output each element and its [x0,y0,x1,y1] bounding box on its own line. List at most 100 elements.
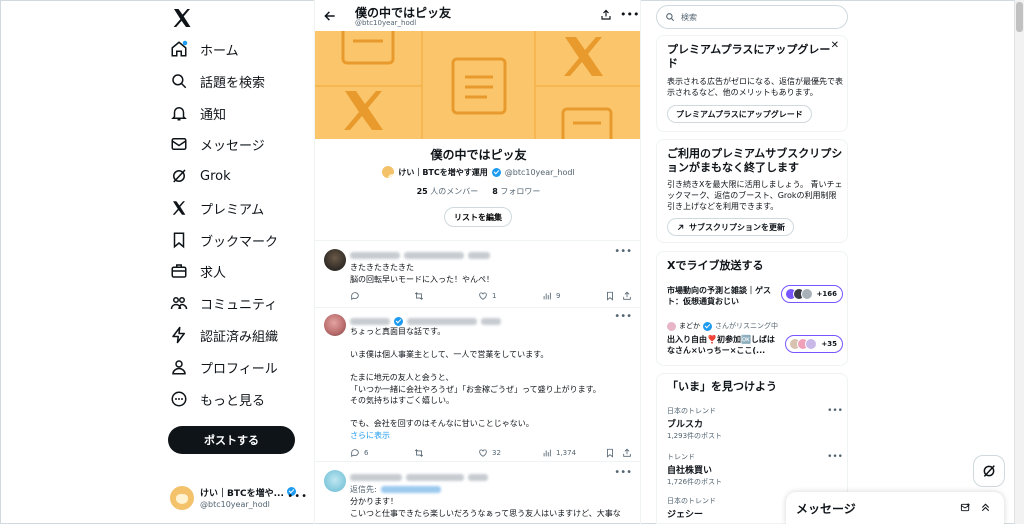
premium-upgrade-card: ✕ プレミアムプラスにアップグレード 表示される広告がゼロになる、返信が最優先で… [656,35,848,132]
live-space-item[interactable]: 市場動向の予測と雑談｜ゲスト：仮想通貨おじい +166 [667,285,843,307]
views-button[interactable]: 1,374 [542,448,576,458]
like-button[interactable]: 1 [478,291,496,301]
like-button[interactable]: 32 [478,448,501,458]
tweet[interactable]: ••• ちょっと真面目な話です。 いま僕は個人事業主として、一人で営業をしていま… [315,308,640,460]
nav-home[interactable]: ホーム [170,36,239,62]
trend-count: 1,726件のポスト [667,478,723,486]
share-icon[interactable] [600,9,612,21]
new-message-icon[interactable] [960,502,971,513]
nav-bookmarks[interactable]: ブックマーク [170,227,278,253]
home-icon [171,40,188,57]
nav-label: ホーム [200,43,239,59]
search-icon [666,13,675,22]
list-owner[interactable]: けい｜BTCを増やす運用 @btc10year_hodl [315,166,640,178]
tweet[interactable]: ••• 返信先: 分かります！ こいつと仕事できたら楽しいだろうなぁって思う友人… [315,462,640,524]
more-icon[interactable]: ••• [827,452,843,462]
more-icon[interactable]: ••• [620,8,639,21]
more-icon[interactable]: ••• [827,406,843,416]
more-icon[interactable]: ••• [614,246,632,257]
upgrade-button[interactable]: プレミアムプラスにアップグレード [667,105,812,123]
avatar[interactable] [324,314,346,336]
left-sidebar: ホーム 話題を検索 通知 メッセージ Grok プレミアム ブックマーク 求人 … [160,0,310,524]
account-switcher[interactable]: けい｜BTCを増や... @btc10year_hodl ••• [170,483,312,513]
trend-name: 自社株買い [667,466,713,476]
nav-messages[interactable]: メッセージ [170,131,265,157]
nav-notifications[interactable]: 通知 [170,100,226,126]
nav-explore[interactable]: 話題を検索 [170,68,265,94]
nav-jobs[interactable]: 求人 [170,258,226,284]
reply-button[interactable] [350,291,364,301]
nav-more[interactable]: もっと見る [170,386,265,412]
grok-icon [983,465,995,477]
share-icon[interactable] [622,291,632,301]
x-logo-icon[interactable] [170,6,194,30]
reply-icon [351,449,359,458]
more-icon[interactable]: ••• [614,467,632,478]
external-arrow-icon [677,224,684,230]
owner-name: けい｜BTCを増やす運用 [398,167,488,177]
trend-item[interactable]: トレンド 自社株買い 1,726件のポスト ••• [667,452,843,487]
bell-icon [171,107,187,121]
tweet[interactable]: ••• きたきたきたきた 脳の回転早いモードに入った！やんぺ！ 1 9 [315,241,640,307]
renew-subscription-button[interactable]: サブスクリプションを更新 [667,218,794,236]
share-icon[interactable] [622,448,632,458]
nav-verified-orgs[interactable]: 認証済み組織 [170,322,278,348]
views-button[interactable]: 9 [542,291,560,301]
trend-item[interactable]: 日本のトレンド ブルスカ 1,293件のポスト ••• [667,406,843,441]
heart-icon [479,292,487,300]
edit-list-button[interactable]: リストを編集 [444,207,512,227]
show-more-link[interactable]: さらに表示 [350,430,635,442]
lightning-icon [172,326,185,344]
card-title: Xでライブ放送する [667,259,764,272]
search-input[interactable]: 検索 [656,5,848,29]
scrollbar-thumb[interactable] [1016,2,1023,32]
nav-grok[interactable]: Grok [170,163,231,189]
account-handle: @btc10year_hodl [200,499,270,509]
tweet-author-blurred [350,472,488,482]
nav-label: Grok [200,168,231,184]
post-button[interactable]: ポストする [168,426,295,454]
avatar [382,166,395,178]
tweet-author-blurred [350,250,490,260]
avatar[interactable] [324,470,346,492]
views-icon [543,449,551,457]
repost-button[interactable] [414,448,428,458]
nav-label: 通知 [200,107,227,123]
list-timeline: 僕の中ではピッ友 @btc10year_hodl ••• 僕の中ではピッ友 けい… [314,0,641,524]
search-placeholder: 検索 [681,12,697,22]
chevron-up-icon[interactable] [980,502,991,513]
nav-label: 求人 [200,265,227,281]
followers-stat[interactable]: 8 フォロワー [492,186,540,197]
nav-label: 話題を検索 [200,75,266,91]
tweet-actions: 1 9 [350,291,632,303]
reply-button[interactable]: 6 [350,448,368,458]
members-stat[interactable]: 25 人のメンバー [417,186,479,197]
nav-premium[interactable]: プレミアム [170,195,264,221]
avatar[interactable] [324,249,346,271]
mail-icon [171,138,187,150]
live-listener-badge: +166 [781,285,843,303]
scrollbar[interactable] [1014,0,1024,524]
back-arrow-icon[interactable] [323,9,337,23]
messages-drawer[interactable]: メッセージ [786,492,1004,524]
live-space-item[interactable]: まどか さんがリスニング中 出入り自由❣️初参加🆗しばはなさん×いっちー×ここ(… [667,321,843,356]
nav-label: メッセージ [200,138,265,154]
account-name: けい｜BTCを増や... [200,486,297,500]
nav-profile[interactable]: プロフィール [170,354,278,380]
live-listener-badge: +35 [785,335,843,353]
card-title: 「いま」を見つけよう [667,380,777,393]
bookmark-icon[interactable] [605,448,615,458]
repost-button[interactable] [414,291,428,301]
reply-context: 返信先: [350,484,441,494]
subscription-card: ご利用のプレミアムサブスクリプションがまもなく終了します 引き続きXを最大限に活… [656,139,848,243]
card-body: 表示される広告がゼロになる、返信が最優先で表示されるなど、他のメリットもあります… [667,77,843,97]
list-stats: 25 人のメンバー 8 フォロワー [315,186,640,197]
page-subtitle: @btc10year_hodl [355,19,417,27]
more-icon[interactable]: ••• [287,491,308,502]
search-icon [172,74,187,89]
grok-icon [173,169,186,183]
grok-button[interactable] [973,455,1005,487]
more-icon[interactable]: ••• [614,311,632,322]
bookmark-icon[interactable] [605,291,615,301]
nav-communities[interactable]: コミュニティ [170,290,277,316]
